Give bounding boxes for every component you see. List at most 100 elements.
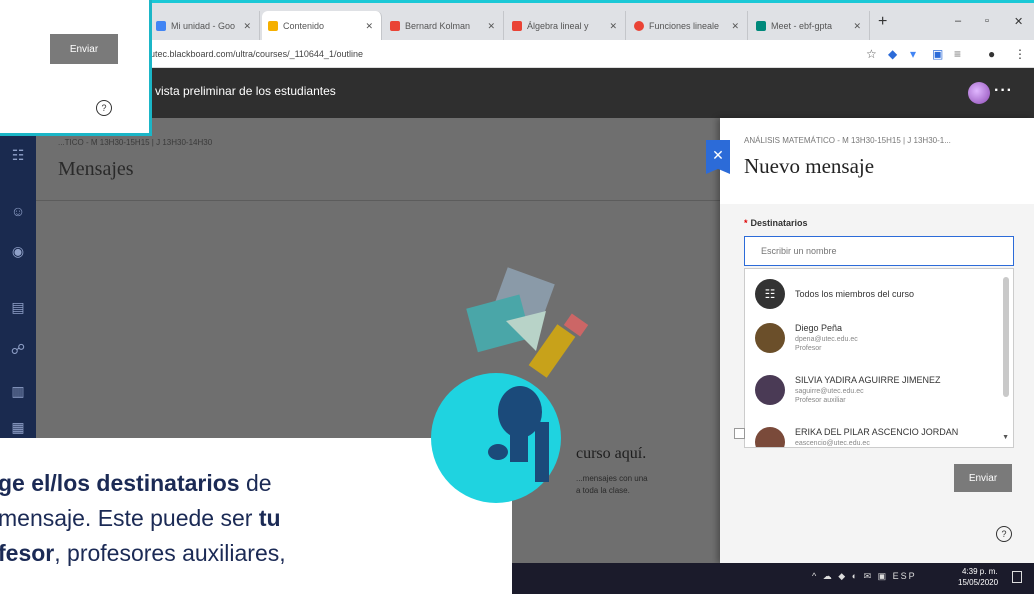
course-content-icon[interactable]: ☷ bbox=[9, 146, 27, 164]
scroll-down-icon[interactable]: ▼ bbox=[1002, 434, 1009, 441]
minimize-button[interactable]: – bbox=[955, 15, 961, 27]
close-icon[interactable]: ✕ bbox=[727, 21, 739, 32]
address-bar: utec.blackboard.com/ultra/courses/_11064… bbox=[0, 40, 1034, 68]
groups-icon[interactable]: ☍ bbox=[9, 340, 27, 358]
people-icon[interactable]: ☺ bbox=[9, 202, 27, 220]
overlay-panel: Enviar ? bbox=[0, 0, 152, 136]
avatar bbox=[755, 375, 785, 405]
system-tray[interactable]: ^ ☁ ◆ ◐ ✉ ▣ ESP bbox=[812, 571, 917, 582]
profile-icon[interactable]: ● bbox=[988, 47, 995, 61]
recipient-option[interactable]: Diego Peña dpena@utec.edu.ec Profesor bbox=[755, 323, 858, 353]
tab-label: Álgebra lineal y bbox=[527, 21, 589, 31]
notification-icon[interactable] bbox=[1012, 571, 1022, 583]
maximize-button[interactable]: ▫ bbox=[985, 15, 989, 27]
recipient-option-all[interactable]: ☷ Todos los miembros del curso bbox=[755, 279, 914, 309]
analytics-icon[interactable]: ▦ bbox=[9, 418, 27, 436]
url-field[interactable]: utec.blackboard.com/ultra/courses/_11064… bbox=[150, 46, 850, 62]
recipients-label: * Destinatarios bbox=[744, 218, 808, 228]
pdf-icon bbox=[390, 21, 400, 31]
recipient-email: saguirre@utec.edu.ec bbox=[795, 388, 864, 395]
close-window-button[interactable]: ✕ bbox=[1014, 15, 1023, 28]
clock-date: 15/05/2020 bbox=[958, 578, 999, 587]
recipient-name: ERIKA DEL PILAR ASCENCIO JORDAN bbox=[795, 427, 959, 437]
course-breadcrumb: ANÁLISIS MATEMÁTICO - M 13H30-15H15 | J … bbox=[744, 136, 951, 145]
puzzle-icon[interactable]: ▣ bbox=[932, 47, 943, 61]
page-title: Mensajes bbox=[58, 158, 134, 180]
close-icon[interactable]: ✕ bbox=[849, 21, 861, 32]
extension-icon[interactable]: ◆ bbox=[888, 47, 897, 61]
more-options-icon[interactable]: ··· bbox=[994, 82, 1013, 100]
avatar[interactable] bbox=[968, 82, 990, 104]
empty-state-text: ...mensajes con una bbox=[576, 474, 648, 483]
recipients-dropdown: ☷ Todos los miembros del curso Diego Peñ… bbox=[744, 268, 1014, 448]
close-icon[interactable]: ✕ bbox=[483, 21, 495, 32]
close-icon[interactable]: ✕ bbox=[605, 21, 617, 32]
globe-icon[interactable]: ◉ bbox=[9, 242, 27, 260]
drive-icon bbox=[156, 21, 166, 31]
mascot-icon bbox=[488, 386, 549, 482]
required-mark: * bbox=[744, 218, 748, 228]
caption-text: ge el/los destinatarios de mensaje. Este… bbox=[0, 466, 518, 571]
calendar-icon[interactable]: ▤ bbox=[9, 298, 27, 316]
new-tab-button[interactable]: + bbox=[878, 13, 887, 31]
send-button[interactable]: Enviar bbox=[50, 34, 118, 64]
browser-tab-2[interactable]: Contenido ✕ bbox=[262, 11, 382, 41]
star-icon[interactable]: ☆ bbox=[866, 47, 877, 61]
group-icon: ☷ bbox=[755, 279, 785, 309]
youtube-icon bbox=[634, 21, 644, 31]
caption-span: de bbox=[239, 470, 272, 496]
windows-taskbar: ^ ☁ ◆ ◐ ✉ ▣ ESP 4:39 p. m. 15/05/2020 bbox=[512, 563, 1034, 594]
tab-label: Meet - ebf-gpta bbox=[771, 21, 833, 31]
tab-label: Mi unidad - Goo bbox=[171, 21, 236, 31]
recipient-name: Todos los miembros del curso bbox=[795, 289, 915, 299]
clock-time: 4:39 p. m. bbox=[962, 567, 998, 576]
avatar bbox=[755, 427, 785, 447]
caption-span: , profesores auxiliares, bbox=[54, 540, 286, 566]
recipient-name: SILVIA YADIRA AGUIRRE JIMENEZ bbox=[795, 375, 941, 385]
close-icon[interactable]: ✕ bbox=[239, 21, 251, 32]
recipient-role: Profesor auxiliar bbox=[795, 397, 846, 404]
recipient-email: dpena@utec.edu.ec bbox=[795, 336, 858, 343]
caption-bold: fesor bbox=[0, 540, 55, 566]
send-button[interactable]: Enviar bbox=[954, 464, 1012, 492]
recipients-input[interactable] bbox=[744, 236, 1014, 266]
download-icon[interactable]: ▾ bbox=[910, 47, 916, 61]
browser-tab-6[interactable]: Meet - ebf-gpta ✕ bbox=[750, 11, 870, 41]
more-icon[interactable]: ⋮ bbox=[1014, 47, 1026, 61]
grades-icon[interactable]: ▥ bbox=[9, 382, 27, 400]
bb-top-bar: vista preliminar de los estudiantes ··· bbox=[0, 68, 1034, 118]
course-breadcrumb: ...TICO - M 13H30-15H15 | J 13H30-14H30 bbox=[58, 138, 213, 147]
meet-icon bbox=[756, 21, 766, 31]
tab-label: Bernard Kolman bbox=[405, 21, 471, 31]
tab-label: Contenido bbox=[283, 21, 325, 31]
browser-tab-3[interactable]: Bernard Kolman ✕ bbox=[384, 11, 504, 41]
blackboard-icon bbox=[268, 21, 278, 31]
divider bbox=[36, 200, 720, 201]
browser-tab-bar: Mi unidad - Goo ✕ Contenido ✕ Bernard Ko… bbox=[0, 0, 1034, 41]
caption-bold: ge el/los destinatarios bbox=[0, 470, 240, 496]
scrollbar[interactable] bbox=[1003, 277, 1009, 397]
recipient-option[interactable]: SILVIA YADIRA AGUIRRE JIMENEZ saguirre@u… bbox=[755, 375, 941, 405]
recipients-label-text: Destinatarios bbox=[750, 218, 808, 228]
recipient-option[interactable]: ERIKA DEL PILAR ASCENCIO JORDAN eascenci… bbox=[755, 427, 959, 447]
new-message-panel: ANÁLISIS MATEMÁTICO - M 13H30-15H15 | J … bbox=[720, 118, 1034, 563]
browser-tab-1[interactable]: Mi unidad - Goo ✕ bbox=[150, 11, 260, 41]
avatar bbox=[755, 323, 785, 353]
empty-state-illustration bbox=[466, 267, 589, 378]
close-icon[interactable]: ✕ bbox=[706, 140, 730, 174]
browser-tab-4[interactable]: Álgebra lineal y ✕ bbox=[506, 11, 626, 41]
empty-state-title: curso aquí. bbox=[576, 445, 647, 462]
student-preview-label: vista preliminar de los estudiantes bbox=[155, 84, 336, 98]
panel-title: Nuevo mensaje bbox=[744, 154, 875, 178]
tab-label: Funciones lineale bbox=[649, 21, 720, 31]
caption-bold: tu bbox=[258, 505, 281, 531]
browser-tab-5[interactable]: Funciones lineale ✕ bbox=[628, 11, 748, 41]
menu-icon[interactable]: ≡ bbox=[954, 47, 961, 61]
close-icon[interactable]: ✕ bbox=[361, 21, 373, 32]
help-icon[interactable]: ? bbox=[996, 526, 1012, 542]
recipient-role: Profesor bbox=[795, 345, 822, 352]
checkbox[interactable] bbox=[734, 428, 745, 439]
recipient-email: eascencio@utec.edu.ec bbox=[795, 440, 870, 447]
recipient-name: Diego Peña bbox=[795, 323, 843, 333]
help-icon[interactable]: ? bbox=[96, 100, 112, 116]
